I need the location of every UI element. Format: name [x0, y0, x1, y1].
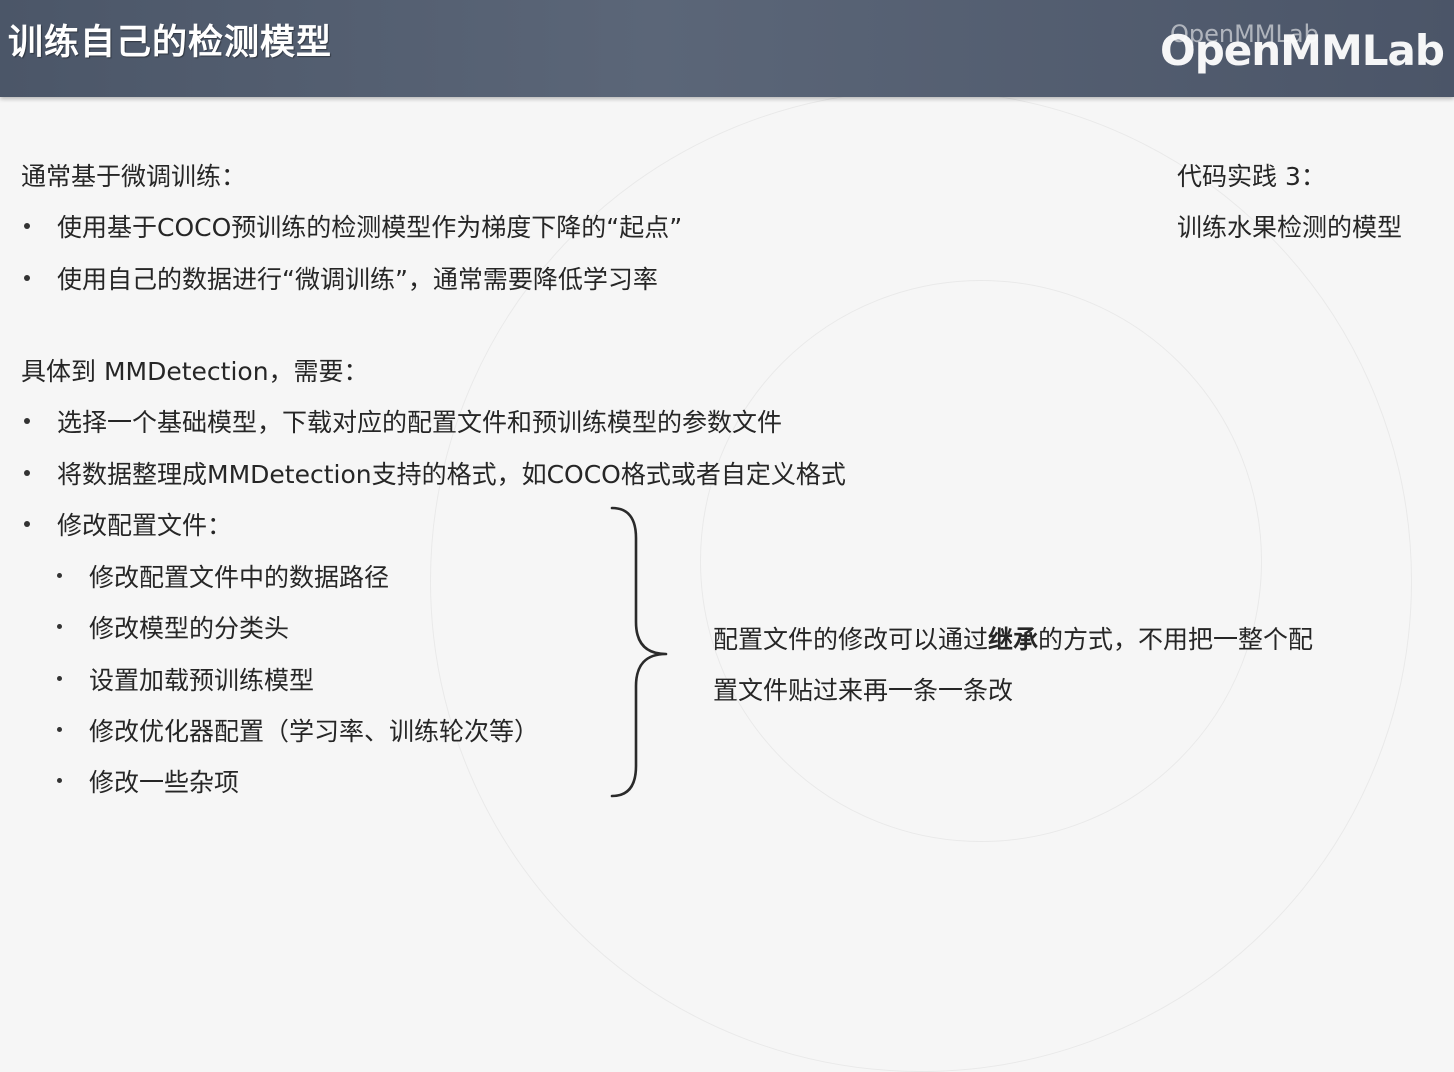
- openmmlab-logo: OpenMMLab OpenMMLab: [1160, 18, 1454, 78]
- intro-bullet-1: 使用基于COCO预训练的检测模型作为梯度下降的“起点”: [57, 213, 683, 242]
- config-sub-bullet-4: 修改优化器配置（学习率、训练轮次等）: [89, 717, 540, 746]
- bullet-dot: [24, 418, 30, 424]
- intro-bullet-2: 使用自己的数据进行“微调训练”，通常需要降低学习率: [57, 265, 658, 294]
- sub-bullet-dot: [57, 676, 62, 681]
- practice-description: 训练水果检测的模型: [1177, 213, 1403, 242]
- background-decoration: [700, 280, 1262, 842]
- sub-bullet-dot: [57, 573, 62, 578]
- mmdet-bullet-1: 选择一个基础模型，下载对应的配置文件和预训练模型的参数文件: [57, 408, 783, 437]
- inheritance-note-line-1: 配置文件的修改可以通过继承的方式，不用把一整个配: [713, 620, 1313, 656]
- note-text-before: 配置文件的修改可以通过: [713, 625, 989, 654]
- config-sub-bullet-2: 修改模型的分类头: [89, 614, 290, 643]
- sub-bullet-dot: [57, 778, 62, 783]
- sub-bullet-dot: [57, 727, 62, 732]
- mmdet-bullet-2: 将数据整理成MMDetection支持的格式，如COCO格式或者自定义格式: [57, 460, 846, 489]
- bullet-dot: [24, 223, 30, 229]
- inheritance-note-line-2: 置文件贴过来再一条一条改: [713, 676, 1014, 705]
- slide-title: 训练自己的检测模型: [8, 23, 333, 63]
- bullet-dot: [24, 470, 30, 476]
- intro-heading: 通常基于微调训练：: [21, 162, 247, 191]
- slide-header: 训练自己的检测模型 OpenMMLab OpenMMLab: [0, 0, 1454, 97]
- practice-label: 代码实践 3：: [1177, 162, 1326, 191]
- config-sub-bullet-5: 修改一些杂项: [89, 768, 240, 797]
- sub-bullet-dot: [57, 624, 62, 629]
- mmdet-bullet-3: 修改配置文件：: [57, 511, 233, 540]
- note-text-after: 的方式，不用把一整个配: [1038, 625, 1314, 654]
- config-sub-bullet-3: 设置加载预训练模型: [89, 666, 315, 695]
- curly-brace-icon: [610, 506, 668, 798]
- bullet-dot: [24, 275, 30, 281]
- logo-text: OpenMMLab: [1160, 26, 1445, 75]
- bullet-dot: [24, 521, 30, 527]
- config-sub-bullet-1: 修改配置文件中的数据路径: [89, 563, 390, 592]
- note-text-emphasis: 继承: [988, 625, 1039, 654]
- mmdet-heading: 具体到 MMDetection，需要：: [21, 357, 369, 386]
